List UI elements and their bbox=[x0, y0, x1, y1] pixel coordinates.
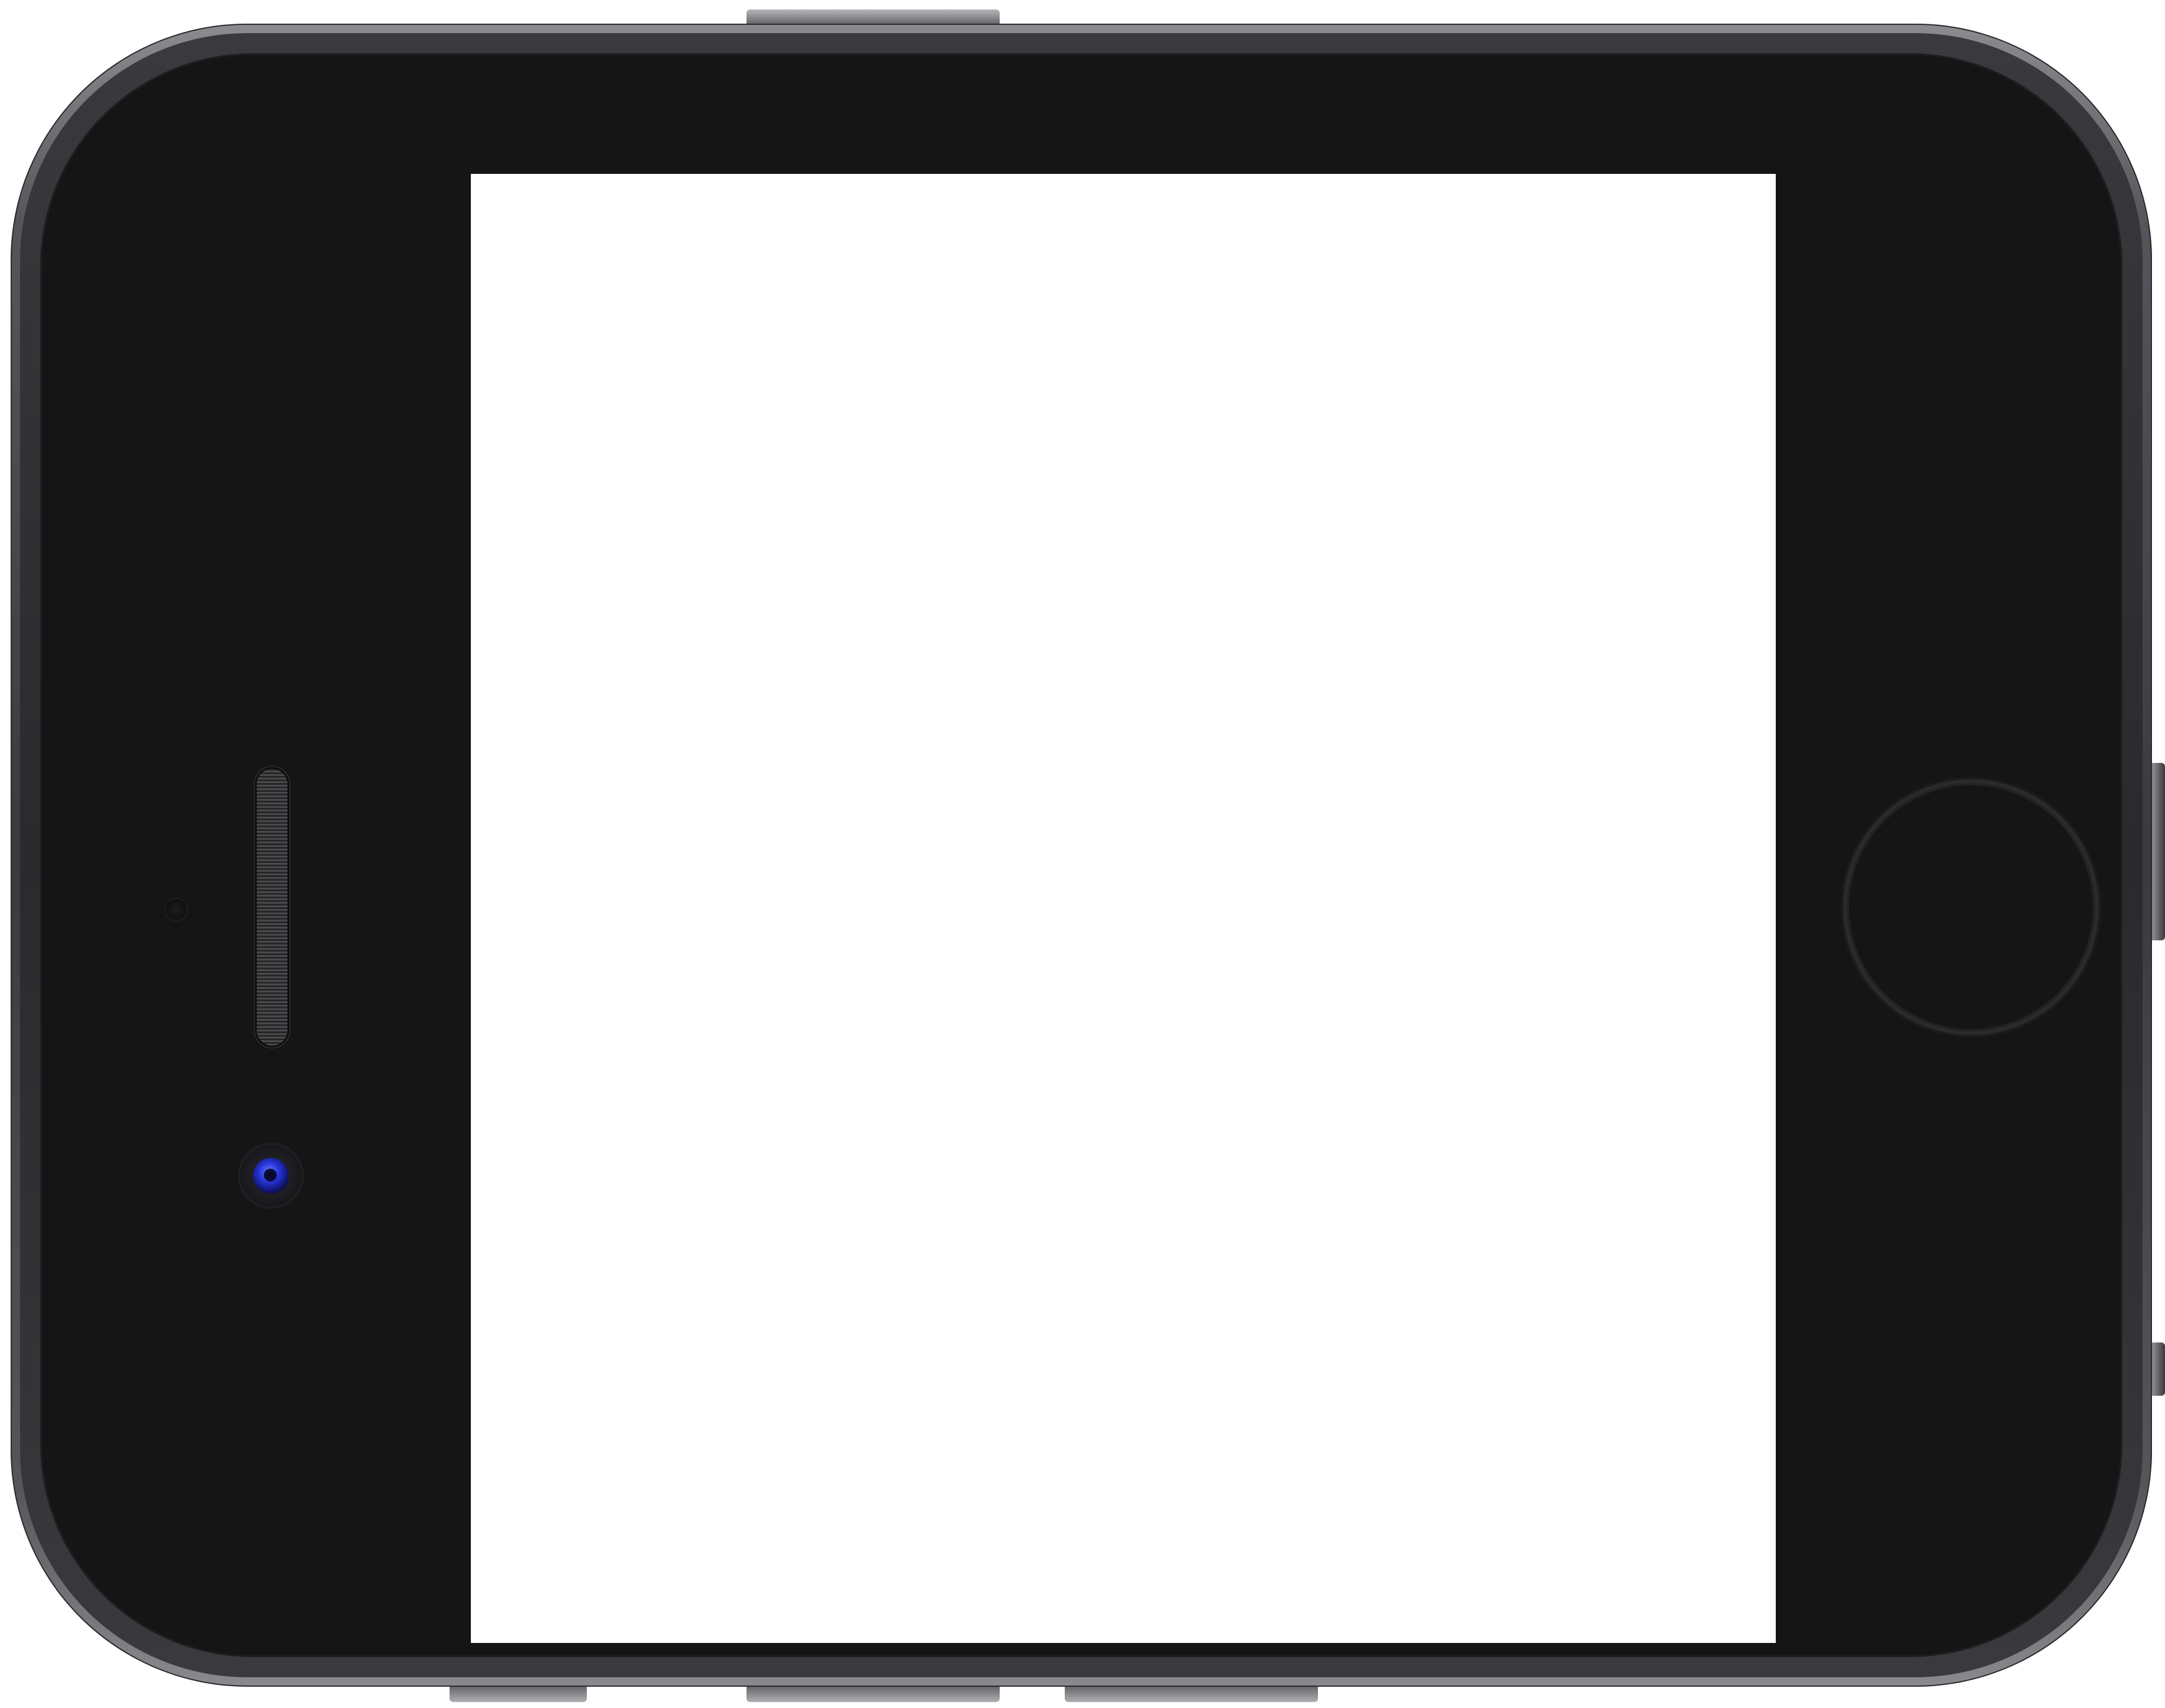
front-camera-icon bbox=[240, 1145, 302, 1206]
phone-bezel bbox=[20, 33, 2143, 1677]
speaker-grille-icon bbox=[257, 769, 287, 1046]
proximity-sensor-icon bbox=[166, 899, 187, 920]
phone-body bbox=[11, 24, 2152, 1687]
home-button-icon[interactable] bbox=[1847, 783, 2095, 1031]
camera-lens bbox=[253, 1158, 289, 1193]
screen[interactable] bbox=[471, 174, 1776, 1643]
device-mockup bbox=[0, 0, 2165, 1708]
phone-front-face bbox=[40, 53, 2122, 1657]
